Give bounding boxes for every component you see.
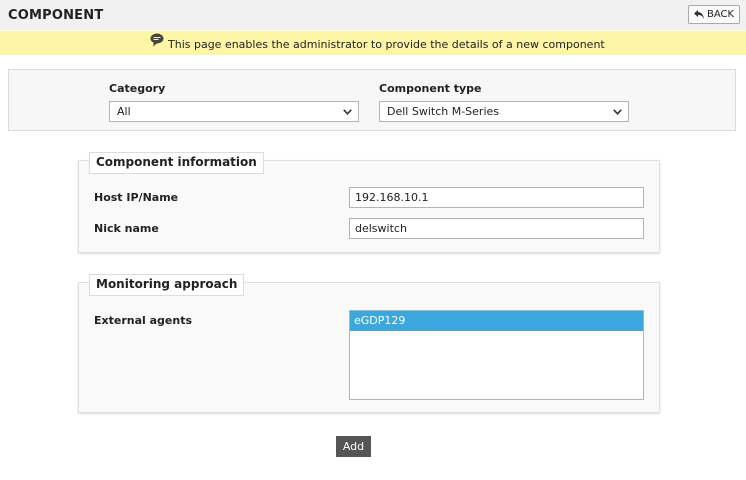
component-type-select[interactable]: Dell Switch M-Series [379,101,629,122]
chevron-down-icon [343,109,352,115]
nick-name-input[interactable] [349,218,644,239]
external-agents-list[interactable]: eGDP129 [349,310,644,400]
host-label: Host IP/Name [94,191,179,204]
category-select-value: All [117,105,131,118]
back-arrow-icon [693,10,704,19]
add-button[interactable]: Add [336,436,371,457]
filter-panel: Category All Component type Dell Switch … [8,69,736,131]
back-button[interactable]: BACK [688,5,740,24]
nick-name-label: Nick name [94,222,159,235]
info-banner: This page enables the administrator to p… [0,31,746,55]
speech-bubble-icon [150,33,164,47]
monitoring-section: Monitoring approach External agents eGDP… [78,274,660,413]
back-button-label: BACK [706,9,735,20]
component-type-select-value: Dell Switch M-Series [387,105,499,118]
host-input[interactable] [349,187,644,208]
component-info-legend: Component information [89,152,264,174]
page-title: COMPONENT [8,8,104,23]
list-item[interactable]: eGDP129 [350,311,643,331]
component-type-label: Component type [379,82,482,95]
monitoring-legend: Monitoring approach [89,274,245,296]
info-message: This page enables the administrator to p… [168,38,605,51]
chevron-down-icon [613,109,622,115]
external-agents-label: External agents [94,314,193,327]
component-info-section: Component information Host IP/Name Nick … [78,152,660,253]
category-select[interactable]: All [109,101,359,122]
title-bar: COMPONENT BACK [0,0,746,30]
category-label: Category [109,82,166,95]
